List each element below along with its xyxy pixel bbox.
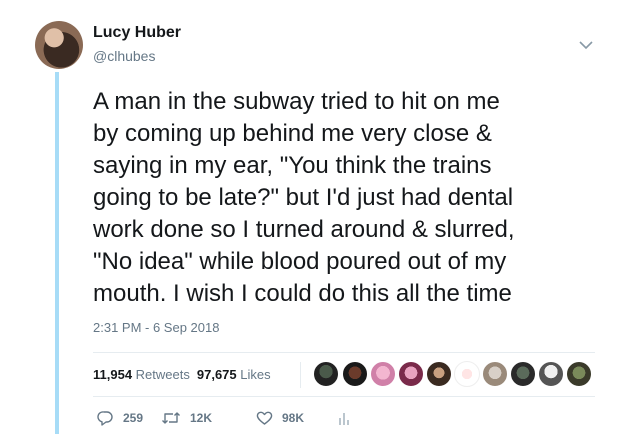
engagement-stats: 11,954 Retweets 97,675 Likes: [93, 367, 271, 382]
liker-avatar[interactable]: [342, 361, 368, 387]
retweets-stat[interactable]: 11,954 Retweets: [93, 367, 190, 382]
likes-stat[interactable]: 97,675 Likes: [197, 367, 271, 382]
avatar[interactable]: [35, 21, 83, 69]
liker-avatar[interactable]: [482, 361, 508, 387]
liker-avatar[interactable]: [398, 361, 424, 387]
analytics-button[interactable]: [337, 410, 351, 426]
chevron-down-icon[interactable]: [578, 38, 594, 50]
likes-count: 97,675: [196, 367, 237, 382]
retweets-label: Retweets: [135, 367, 190, 382]
liker-avatar[interactable]: [313, 361, 339, 387]
author-handle[interactable]: @clhubes: [93, 48, 155, 64]
liker-avatar[interactable]: [454, 361, 480, 387]
reply-icon: [97, 411, 113, 426]
liker-avatar[interactable]: [510, 361, 536, 387]
heart-icon: [256, 411, 273, 425]
author-display-name[interactable]: Lucy Huber: [93, 24, 181, 42]
liker-avatar[interactable]: [566, 361, 592, 387]
tweet-text: A man in the subway tried to hit on me b…: [93, 88, 515, 307]
thread-connector-line: [55, 72, 59, 434]
retweet-button[interactable]: 12K: [161, 410, 212, 426]
likes-label: Likes: [240, 367, 271, 382]
divider: [93, 396, 595, 397]
liker-avatar[interactable]: [426, 361, 452, 387]
reply-count: 259: [123, 411, 144, 425]
like-button[interactable]: 98K: [256, 410, 304, 426]
retweet-count: 12K: [190, 411, 213, 425]
analytics-icon: [339, 413, 349, 425]
retweets-count: 11,954: [93, 367, 133, 382]
retweet-icon: [162, 412, 180, 424]
tweet-timestamp[interactable]: 2:31 PM - 6 Sep 2018: [93, 320, 219, 335]
like-count: 98K: [282, 411, 305, 425]
divider: [93, 352, 595, 353]
stats-separator: [300, 362, 301, 388]
liker-avatar[interactable]: [538, 361, 564, 387]
liker-avatar[interactable]: [370, 361, 396, 387]
reply-button[interactable]: 259: [97, 410, 143, 426]
